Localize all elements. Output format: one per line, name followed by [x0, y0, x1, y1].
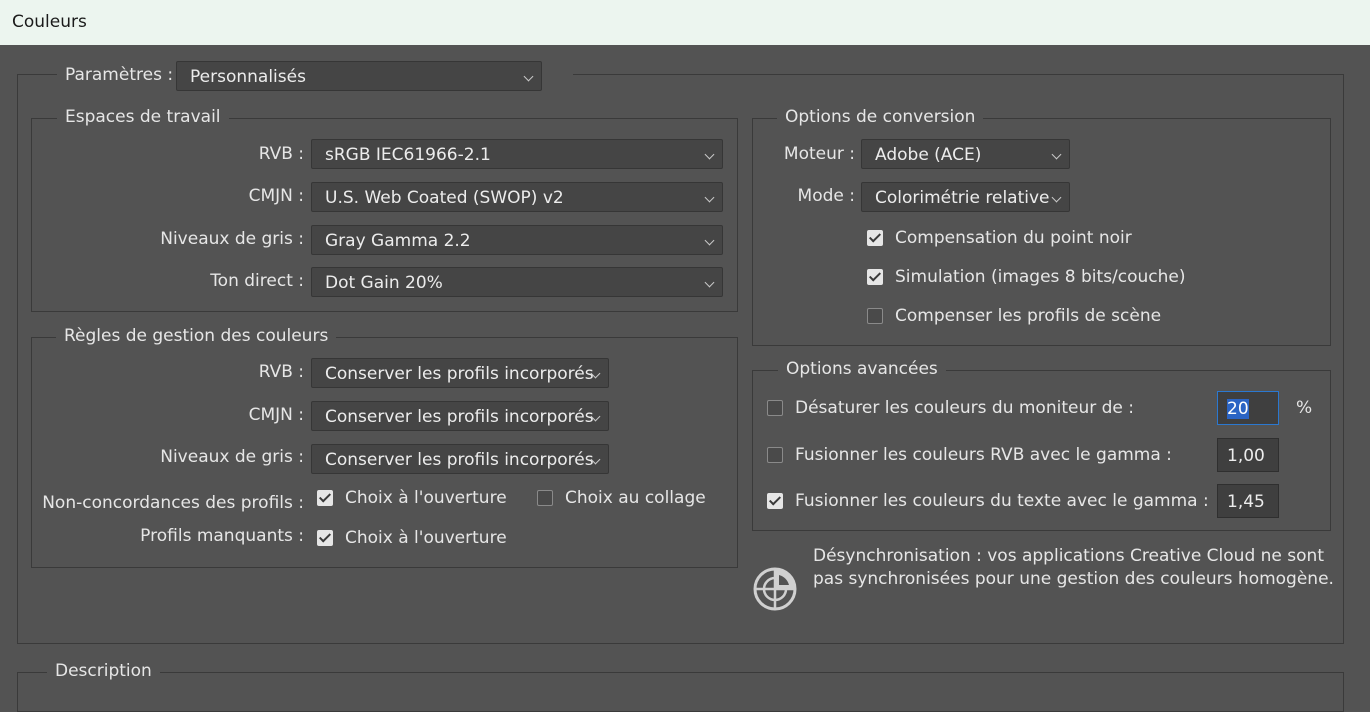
ws-gray-select[interactable]: Gray Gamma 2.2: [311, 225, 723, 255]
window-title: Couleurs: [12, 12, 87, 32]
engine-label: Moteur :: [783, 144, 855, 164]
blend-text-value: 1,45: [1227, 492, 1265, 512]
blend-rgb-input[interactable]: 1,00: [1217, 438, 1279, 472]
sync-status-line2: pas synchronisées pour une gestion des c…: [813, 569, 1334, 589]
desaturate-input[interactable]: 20: [1217, 391, 1279, 425]
dither-label[interactable]: Simulation (images 8 bits/couche): [895, 267, 1186, 287]
mismatch-open-label[interactable]: Choix à l'ouverture: [345, 488, 507, 508]
blend-text-checkbox[interactable]: [767, 493, 783, 509]
policy-cmjn-label: CMJN :: [248, 405, 304, 425]
sync-status-line1: Désynchronisation : vos applications Cre…: [813, 546, 1324, 566]
mismatch-label: Non-concordances des profils :: [42, 493, 304, 513]
policy-gray-select[interactable]: Conserver les profils incorporés: [311, 444, 609, 474]
sync-status-icon: [752, 564, 800, 612]
policies-legend: Règles de gestion des couleurs: [56, 326, 337, 346]
chevron-down-icon: [1051, 192, 1062, 203]
desaturate-checkbox[interactable]: [767, 400, 783, 416]
policy-rvb-label: RVB :: [258, 362, 304, 382]
policy-rvb-select[interactable]: Conserver les profils incorporés: [311, 358, 609, 388]
ws-cmjn-label: CMJN :: [248, 186, 304, 206]
ws-rvb-label: RVB :: [258, 144, 304, 164]
settings-select[interactable]: Personnalisés: [176, 61, 542, 91]
policy-cmjn-value: Conserver les profils incorporés: [325, 407, 594, 427]
intent-label: Mode :: [797, 186, 855, 206]
engine-value: Adobe (ACE): [875, 145, 982, 165]
dither-checkbox[interactable]: [867, 269, 883, 285]
black-point-checkbox[interactable]: [867, 230, 883, 246]
ws-spot-label: Ton direct :: [210, 271, 304, 291]
mismatch-paste-checkbox[interactable]: [537, 490, 553, 506]
settings-select-value: Personnalisés: [190, 67, 306, 87]
blend-text-label[interactable]: Fusionner les couleurs du texte avec le …: [795, 491, 1209, 511]
ws-spot-value: Dot Gain 20%: [325, 273, 443, 293]
sync-status-text: Désynchronisation : vos applications Cre…: [813, 545, 1334, 591]
scene-profiles-label[interactable]: Compenser les profils de scène: [895, 306, 1161, 326]
desaturate-value: 20: [1227, 399, 1249, 419]
policy-cmjn-select[interactable]: Conserver les profils incorporés: [311, 401, 609, 431]
chevron-down-icon: [1051, 149, 1062, 160]
window-title-bar: Couleurs: [0, 0, 1370, 45]
chevron-down-icon: [704, 149, 715, 160]
description-legend: Description: [47, 661, 160, 681]
chevron-down-icon: [523, 71, 534, 82]
chevron-down-icon: [704, 192, 715, 203]
ws-cmjn-value: U.S. Web Coated (SWOP) v2: [325, 188, 564, 208]
policy-gray-label: Niveaux de gris :: [160, 447, 304, 467]
ws-gray-value: Gray Gamma 2.2: [325, 231, 471, 251]
blend-rgb-value: 1,00: [1227, 446, 1265, 466]
policy-gray-value: Conserver les profils incorporés: [325, 450, 594, 470]
desaturate-label[interactable]: Désaturer les couleurs du moniteur de :: [795, 398, 1134, 418]
ws-rvb-value: sRGB IEC61966-2.1: [325, 145, 491, 165]
ws-spot-select[interactable]: Dot Gain 20%: [311, 267, 723, 297]
advanced-legend: Options avancées: [778, 359, 946, 379]
description-frame: [17, 672, 1344, 712]
blend-text-input[interactable]: 1,45: [1217, 484, 1279, 518]
ws-cmjn-select[interactable]: U.S. Web Coated (SWOP) v2: [311, 182, 723, 212]
policy-rvb-value: Conserver les profils incorporés: [325, 364, 594, 384]
mismatch-paste-label[interactable]: Choix au collage: [565, 488, 706, 508]
intent-value: Colorimétrie relative: [875, 188, 1050, 208]
ws-rvb-select[interactable]: sRGB IEC61966-2.1: [311, 139, 723, 169]
chevron-down-icon: [704, 277, 715, 288]
settings-label: Paramètres :: [65, 65, 174, 85]
blend-rgb-checkbox[interactable]: [767, 447, 783, 463]
scene-profiles-checkbox[interactable]: [867, 308, 883, 324]
missing-open-label[interactable]: Choix à l'ouverture: [345, 528, 507, 548]
black-point-label[interactable]: Compensation du point noir: [895, 228, 1132, 248]
intent-select[interactable]: Colorimétrie relative: [861, 182, 1070, 212]
desaturate-unit: %: [1296, 398, 1313, 418]
missing-label: Profils manquants :: [140, 526, 304, 546]
engine-select[interactable]: Adobe (ACE): [861, 139, 1070, 169]
chevron-down-icon: [704, 235, 715, 246]
blend-rgb-label[interactable]: Fusionner les couleurs RVB avec le gamma…: [795, 445, 1172, 465]
working-spaces-legend: Espaces de travail: [57, 107, 229, 127]
ws-gray-label: Niveaux de gris :: [160, 229, 304, 249]
conversion-legend: Options de conversion: [777, 107, 984, 127]
mismatch-open-checkbox[interactable]: [317, 490, 333, 506]
missing-open-checkbox[interactable]: [317, 530, 333, 546]
